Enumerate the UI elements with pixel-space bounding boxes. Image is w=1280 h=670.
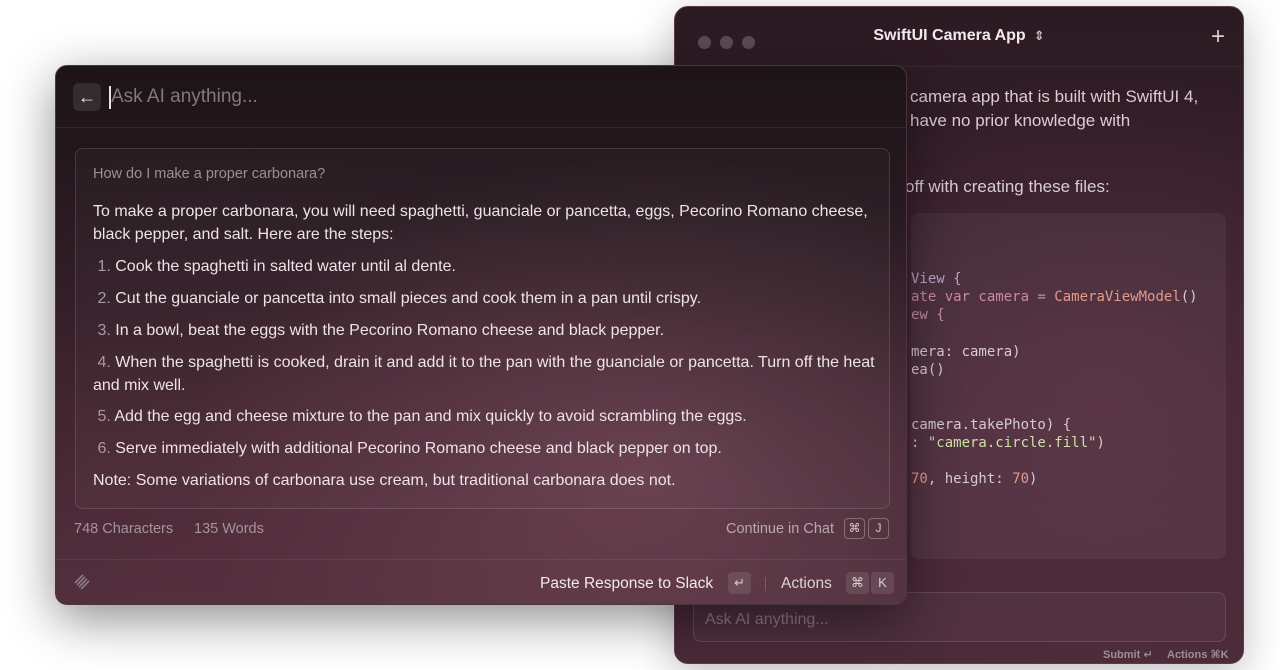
command-key-icon: ⌘ bbox=[846, 572, 869, 594]
list-item: 2. Cut the guanciale or pancetta into sm… bbox=[97, 290, 702, 307]
list-item: 3. In a bowl, beat the eggs with the Pec… bbox=[97, 322, 665, 339]
submit-button[interactable]: Submit ↵ bbox=[1103, 648, 1153, 661]
answer-intro: To make a proper carbonara, you will nee… bbox=[93, 203, 868, 243]
arrow-left-icon: ← bbox=[78, 87, 96, 107]
chevron-up-down-icon: ⇕ bbox=[1033, 28, 1045, 43]
action-bar bbox=[56, 559, 906, 604]
chat-message-line: camera app that is built with SwiftUI 4, bbox=[910, 87, 1199, 106]
chat-input-placeholder: Ask AI anything... bbox=[705, 611, 829, 628]
divider bbox=[765, 577, 766, 591]
code-line: ew { bbox=[911, 307, 945, 323]
chat-titlebar: SwiftUI Camera App ⇕ + bbox=[675, 7, 1243, 67]
k-key: K bbox=[871, 572, 894, 594]
chat-actions-button[interactable]: Actions ⌘K bbox=[1167, 648, 1229, 661]
actions-button[interactable]: Actions bbox=[781, 575, 832, 593]
character-count: 748 Characters bbox=[74, 521, 174, 537]
chat-title: SwiftUI Camera App bbox=[873, 27, 1026, 44]
list-item: 5. Add the egg and cheese mixture to the… bbox=[97, 408, 747, 425]
search-bar: ← bbox=[56, 66, 906, 128]
enter-key-icon: ↵ bbox=[728, 572, 751, 594]
code-line: 70, height: 70) bbox=[911, 471, 1038, 487]
code-line: mera: camera) bbox=[911, 344, 1021, 360]
back-button[interactable]: ← bbox=[73, 83, 101, 111]
word-count: 135 Words bbox=[194, 521, 264, 537]
new-chat-plus-icon[interactable]: + bbox=[1211, 23, 1225, 51]
answer-note: Note: Some variations of carbonara use c… bbox=[93, 472, 676, 489]
chat-message-line: have no prior knowledge with bbox=[910, 111, 1131, 130]
paste-response-button[interactable]: Paste Response to Slack bbox=[540, 575, 713, 593]
ai-panel: ← How do I make a proper carbonara? To m… bbox=[55, 65, 907, 605]
question-text: How do I make a proper carbonara? bbox=[93, 166, 326, 182]
code-line: : "camera.circle.fill") bbox=[911, 435, 1105, 451]
list-item: 6. Serve immediately with additional Pec… bbox=[97, 440, 722, 457]
code-line: View { bbox=[911, 271, 962, 287]
chat-message-line: off with creating these files: bbox=[905, 177, 1110, 196]
chat-title-selector[interactable]: SwiftUI Camera App ⇕ bbox=[675, 27, 1243, 45]
command-key-icon: ⌘ bbox=[844, 518, 865, 539]
ask-ai-input[interactable] bbox=[111, 82, 811, 112]
code-line: ate var camera = CameraViewModel() bbox=[911, 289, 1198, 305]
code-block bbox=[911, 213, 1226, 559]
continue-in-chat-button[interactable]: Continue in Chat bbox=[726, 521, 834, 537]
j-key: J bbox=[868, 518, 889, 539]
code-line: ea() bbox=[911, 362, 945, 378]
list-item: 1. Cook the spaghetti in salted water un… bbox=[97, 258, 456, 275]
response-box: How do I make a proper carbonara? To mak… bbox=[75, 148, 890, 509]
code-line: camera.takePhoto) { bbox=[911, 417, 1072, 433]
raycast-logo-icon bbox=[74, 574, 90, 590]
list-item: 4. When the spaghetti is cooked, drain i… bbox=[93, 354, 875, 394]
